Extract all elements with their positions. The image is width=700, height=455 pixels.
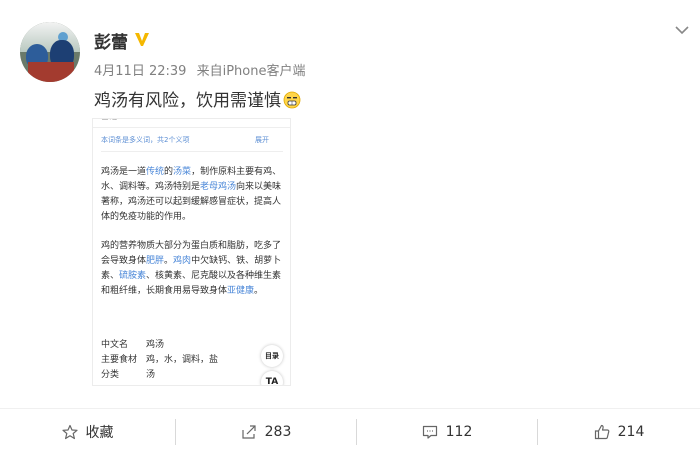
link-subhealth: 亚健康 — [227, 286, 255, 296]
link-obesity: 肥胖 — [146, 256, 165, 266]
favorite-button[interactable]: 收藏 — [0, 409, 175, 455]
action-bar: 收藏 283 112 214 — [0, 408, 700, 455]
post-text: 鸡汤有风险，饮用需谨慎 — [94, 86, 301, 111]
divider — [101, 151, 283, 152]
link-traditional: 传统 — [146, 167, 165, 177]
toc-button: 目录 — [261, 345, 283, 367]
comment-icon — [422, 425, 437, 439]
star-icon — [61, 424, 78, 440]
post-source[interactable]: iPhone客户端 — [223, 64, 306, 79]
post-time[interactable]: 4月11日 22:39 — [94, 64, 186, 79]
favorite-label: 收藏 — [85, 425, 114, 441]
info-row: 分类汤 — [101, 370, 156, 380]
share-icon — [242, 425, 256, 439]
expand-link: 展开 — [255, 136, 269, 144]
grimace-emoji-icon — [283, 91, 301, 109]
comment-count: 112 — [445, 424, 473, 440]
info-row: 主要食材 鸡，水，调料，盐 — [101, 355, 219, 365]
repost-count: 283 — [264, 424, 292, 440]
section-title: 基础 — [101, 119, 117, 122]
attached-screenshot[interactable]: 基础 本词条是多义词，共2个义项 展开 鸡汤是一道传统的汤菜，制作原料主要有鸡、… — [92, 118, 291, 386]
link-soup-dish: 汤菜 — [173, 167, 192, 177]
info-row: 中文名 鸡汤 — [101, 340, 165, 350]
link-chicken-meat: 鸡肉 — [173, 256, 192, 266]
post-meta: 4月11日 22:39 来自iPhone客户端 — [94, 60, 311, 79]
source-prefix: 来自 — [196, 64, 223, 79]
link-thiamine: 硫胺素 — [119, 271, 147, 281]
chevron-down-icon[interactable] — [674, 24, 690, 36]
post-text-content: 鸡汤有风险，饮用需谨慎 — [94, 91, 281, 111]
comment-button[interactable]: 112 — [357, 409, 537, 455]
weibo-post-card: 彭蕾 4月11日 22:39 来自iPhone客户端 鸡汤有风险，饮用需谨慎 基… — [0, 0, 700, 455]
repost-button[interactable]: 283 — [176, 409, 356, 455]
screenshot-header: 基础 — [93, 119, 290, 128]
paragraph-1: 鸡汤是一道传统的汤菜，制作原料主要有鸡、水、调料等。鸡汤特别是老母鸡汤向来以美味… — [101, 167, 282, 222]
verified-v-icon — [135, 33, 149, 46]
avatar[interactable] — [20, 22, 80, 82]
link-old-hen-soup: 老母鸡汤 — [200, 182, 237, 192]
paragraph-2: 鸡的营养物质大部分为蛋白质和脂肪，吃多了会导致身体肥胖。鸡肉中欠缺钙、铁、胡萝卜… — [101, 241, 282, 296]
polysemy-note: 本词条是多义词，共2个义项 — [101, 136, 190, 144]
author-name[interactable]: 彭蕾 — [94, 28, 128, 53]
thumbs-up-icon — [594, 424, 610, 440]
ta-button: TA — [261, 371, 283, 385]
like-count: 214 — [617, 424, 645, 440]
like-button[interactable]: 214 — [538, 409, 700, 455]
